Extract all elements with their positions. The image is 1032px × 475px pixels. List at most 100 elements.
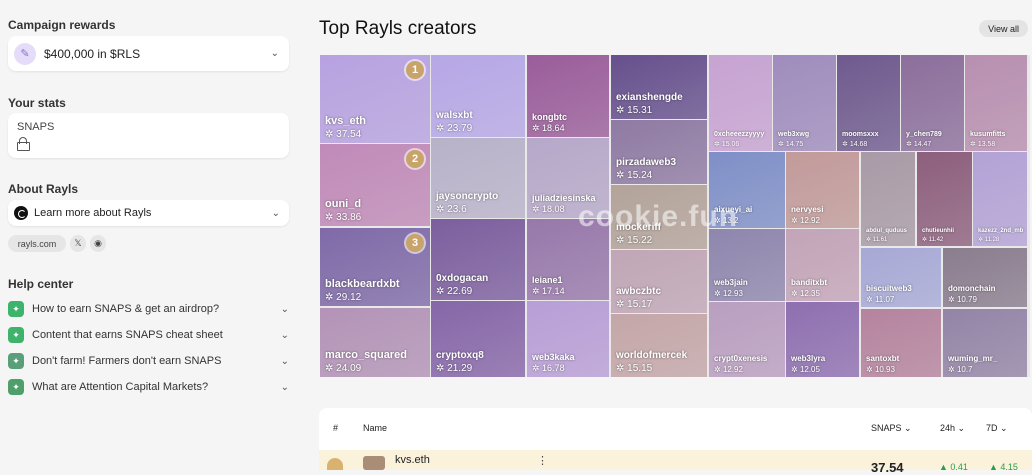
- creator-score-value: 14.47: [913, 141, 932, 148]
- row-7d-change: ▲ 4.15: [989, 462, 1018, 472]
- help-item-label: How to earn SNAPS & get an airdrop?: [32, 303, 220, 315]
- creator-tile[interactable]: walsxbt ✲ 23.79: [431, 55, 525, 137]
- creator-score-value: 24.09: [336, 363, 362, 374]
- creator-tile[interactable]: nervyesi ✲ 12.92: [786, 152, 859, 228]
- creator-score-value: 10.93: [874, 365, 895, 374]
- creator-tile[interactable]: exianshengde ✲ 15.31: [611, 55, 707, 119]
- chevron-down-icon: ⌄: [280, 329, 289, 341]
- discord-icon[interactable]: ◉: [90, 235, 106, 252]
- help-item[interactable]: ✦ Don't farm! Farmers don't earn SNAPS ⌄: [8, 350, 289, 372]
- creator-tile[interactable]: 0xdogacan ✲ 22.69: [431, 219, 525, 300]
- creator-tile[interactable]: banditxbt ✲ 12.35: [786, 229, 859, 301]
- snaps-icon: ✲: [791, 289, 800, 298]
- creator-tile[interactable]: blackbeardxbt ✲ 29.12 3: [320, 228, 430, 306]
- help-item[interactable]: ✦ How to earn SNAPS & get an airdrop? ⌄: [8, 298, 289, 320]
- creator-score: ✲ 21.29: [436, 363, 472, 374]
- creator-score-value: 11.42: [928, 237, 944, 243]
- creator-tile[interactable]: kvs_eth ✲ 37.54 1: [320, 55, 430, 143]
- creator-score: ✲ 12.93: [714, 289, 743, 298]
- campaign-reward-dropdown[interactable]: ✎ $400,000 in $RLS ⌄: [8, 36, 289, 71]
- chevron-down-icon: ⌄: [280, 303, 289, 315]
- snaps-icon: ✲: [906, 141, 914, 148]
- snaps-icon: ✲: [791, 216, 800, 225]
- creator-tile[interactable]: web3lyra ✲ 12.05: [786, 302, 859, 377]
- help-item[interactable]: ✦ Content that earns SNAPS cheat sheet ⌄: [8, 324, 289, 346]
- creator-name: chutieunhii: [922, 228, 954, 234]
- lock-icon: [17, 137, 30, 151]
- creator-tile[interactable]: kazezz_2nd_mb ✲ 11.28: [973, 152, 1027, 246]
- creator-score: ✲ 22.69: [436, 286, 472, 297]
- creator-tile[interactable]: 0xcheeezzyyyy ✲ 15.06: [709, 55, 772, 151]
- creator-score-value: 10.79: [956, 295, 977, 304]
- creator-tile[interactable]: santoxbt ✲ 10.93: [861, 309, 941, 377]
- table-row[interactable]: kvs.eth ⋮ 37.54 ▲ 0.41 ▲ 4.15: [319, 450, 1032, 475]
- snaps-icon: ✲: [532, 363, 543, 373]
- creator-tile[interactable]: worldofmercek ✲ 15.15: [611, 314, 707, 377]
- creator-score-value: 23.79: [447, 123, 473, 134]
- help-center-title: Help center: [8, 277, 74, 291]
- creator-score: ✲ 13.58: [970, 140, 995, 148]
- creator-name: web3xwg: [778, 131, 810, 138]
- creator-score: ✲ 11.07: [866, 295, 894, 304]
- creator-tile[interactable]: kusumfitts ✲ 13.58: [965, 55, 1027, 151]
- creator-name: blackbeardxbt: [325, 278, 400, 290]
- creator-tile[interactable]: jaysoncrypto ✲ 23.6: [431, 138, 525, 218]
- view-all-button[interactable]: View all: [979, 20, 1028, 37]
- about-rayls-dropdown[interactable]: Learn more about Rayls ⌄: [8, 200, 289, 226]
- creator-tile[interactable]: chutieunhii ✲ 11.42: [917, 152, 972, 246]
- rank-medal-icon: [327, 458, 343, 470]
- col-7d-header[interactable]: 7D ⌄: [986, 423, 1008, 434]
- creator-tile[interactable]: ouni_d ✲ 33.86 2: [320, 144, 430, 226]
- snaps-icon: ✲: [978, 237, 985, 243]
- creator-score-value: 15.31: [627, 105, 653, 116]
- creator-score: ✲ 11.28: [978, 236, 999, 243]
- col-rank-header: #: [333, 423, 339, 433]
- more-icon[interactable]: ⋮: [537, 454, 548, 467]
- creator-tile[interactable]: crypt0xenesis ✲ 12.92: [709, 302, 785, 377]
- creator-score-value: 18.08: [542, 204, 565, 214]
- creator-tile[interactable]: web3jain ✲ 12.93: [709, 229, 785, 301]
- snaps-icon: ✲: [714, 141, 722, 148]
- creator-tile[interactable]: pirzadaweb3 ✲ 15.24: [611, 120, 707, 184]
- snaps-icon: ✲: [325, 292, 337, 303]
- help-item-icon: ✦: [8, 301, 24, 317]
- creator-tile[interactable]: cryptoxq8 ✲ 21.29: [431, 301, 525, 377]
- creator-score-value: 17.14: [542, 286, 565, 296]
- rayls-site-link[interactable]: rayls.com: [8, 235, 66, 252]
- creator-tile[interactable]: awbczbtc ✲ 15.17: [611, 250, 707, 313]
- creator-name: santoxbt: [866, 354, 900, 363]
- creator-score-value: 12.93: [722, 289, 743, 298]
- about-rayls-title: About Rayls: [8, 182, 79, 196]
- creator-score-value: 11.61: [872, 237, 888, 243]
- creator-score: ✲ 16.78: [532, 363, 565, 374]
- creator-tile[interactable]: web3xwg ✲ 14.75: [773, 55, 836, 151]
- creator-name: 0xdogacan: [436, 273, 489, 284]
- snaps-icon: ✲: [616, 105, 628, 116]
- snaps-icon: ✲: [970, 141, 978, 148]
- creator-tile[interactable]: wuming_mr_ ✲ 10.7: [943, 309, 1027, 377]
- creator-tile[interactable]: marco_squared ✲ 24.09: [320, 308, 430, 377]
- creator-tile[interactable]: y_chen789 ✲ 14.47: [901, 55, 964, 151]
- help-item-label: Content that earns SNAPS cheat sheet: [32, 329, 223, 341]
- creator-name: banditxbt: [791, 278, 827, 287]
- snaps-icon: ✲: [436, 204, 448, 215]
- creator-tile[interactable]: web3kaka ✲ 16.78: [527, 301, 609, 377]
- creator-tile[interactable]: abdul_quduus ✲ 11.61: [861, 152, 915, 246]
- row-snaps: 37.54: [871, 460, 904, 475]
- creator-tile[interactable]: kongbtc ✲ 18.64: [527, 55, 609, 137]
- creator-name: worldofmercek: [616, 350, 688, 361]
- col-24h-header[interactable]: 24h ⌄: [940, 423, 965, 434]
- x-icon[interactable]: 𝕏: [70, 235, 86, 252]
- creator-tile[interactable]: biscuitweb3 ✲ 11.07: [861, 248, 941, 307]
- col-snaps-header[interactable]: SNAPS ⌄: [871, 423, 912, 434]
- creator-name: walsxbt: [436, 110, 473, 121]
- creator-score: ✲ 14.47: [906, 140, 931, 148]
- creator-tile[interactable]: moomsxxx ✲ 14.68: [837, 55, 900, 151]
- creator-score: ✲ 11.61: [866, 236, 887, 243]
- creator-tile[interactable]: domonchain ✲ 10.79: [943, 248, 1027, 307]
- help-item[interactable]: ✦ What are Attention Capital Markets? ⌄: [8, 376, 289, 398]
- creator-score: ✲ 24.09: [325, 363, 361, 374]
- creator-score: ✲ 12.92: [791, 216, 820, 225]
- creator-score-value: 22.69: [447, 286, 473, 297]
- creator-score: ✲ 15.24: [616, 170, 652, 181]
